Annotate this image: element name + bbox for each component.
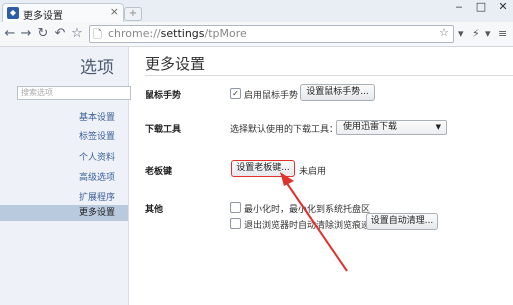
annotation-arrow — [280, 172, 348, 272]
